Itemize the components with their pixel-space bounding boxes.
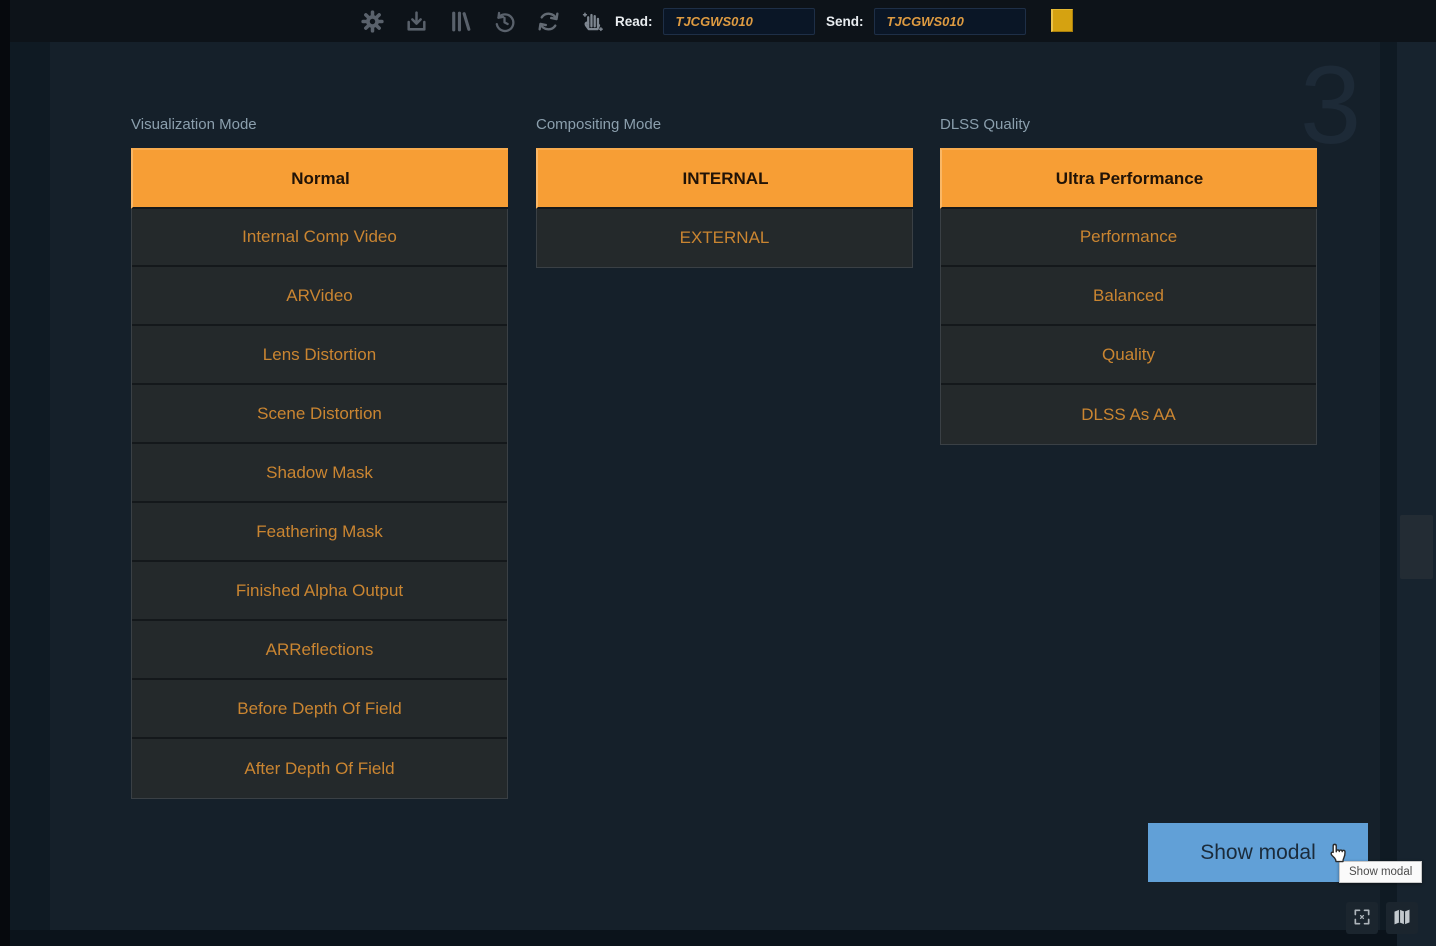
option-external[interactable]: EXTERNAL bbox=[537, 208, 912, 267]
scrollbar-thumb[interactable] bbox=[1400, 515, 1433, 579]
option-group: Visualization Mode NormalInternal Comp V… bbox=[131, 116, 508, 799]
map-button[interactable] bbox=[1386, 902, 1418, 934]
top-toolbar: Read: Send: bbox=[0, 0, 1436, 42]
map-icon bbox=[1392, 907, 1412, 930]
fit-screen-icon bbox=[1352, 907, 1372, 930]
option-group: Compositing Mode INTERNALEXTERNAL bbox=[536, 116, 913, 268]
right-gutter bbox=[1380, 42, 1397, 946]
send-input[interactable] bbox=[874, 8, 1026, 35]
option-lens-distortion[interactable]: Lens Distortion bbox=[132, 326, 507, 385]
read-label: Read: bbox=[615, 14, 653, 29]
option-group-list: INTERNALEXTERNAL bbox=[536, 148, 913, 268]
history-button[interactable] bbox=[490, 7, 518, 35]
option-normal[interactable]: Normal bbox=[131, 148, 508, 209]
option-group: DLSS Quality Ultra PerformancePerformanc… bbox=[940, 116, 1317, 445]
option-feathering-mask[interactable]: Feathering Mask bbox=[132, 503, 507, 562]
option-finished-alpha-output[interactable]: Finished Alpha Output bbox=[132, 562, 507, 621]
refresh-button[interactable] bbox=[534, 7, 562, 35]
option-balanced[interactable]: Balanced bbox=[941, 267, 1316, 326]
option-internal-comp-video[interactable]: Internal Comp Video bbox=[132, 208, 507, 267]
option-internal[interactable]: INTERNAL bbox=[536, 148, 913, 209]
send-label: Send: bbox=[826, 14, 864, 29]
option-scene-distortion[interactable]: Scene Distortion bbox=[132, 385, 507, 444]
read-field-group: Read: bbox=[615, 0, 815, 42]
option-ultra-performance[interactable]: Ultra Performance bbox=[940, 148, 1317, 209]
show-modal-tooltip: Show modal bbox=[1339, 861, 1422, 883]
option-shadow-mask[interactable]: Shadow Mask bbox=[132, 444, 507, 503]
scrollbar-track[interactable] bbox=[1397, 42, 1436, 946]
gear-icon bbox=[360, 9, 385, 34]
option-performance[interactable]: Performance bbox=[941, 208, 1316, 267]
send-field-group: Send: bbox=[826, 0, 1026, 42]
library-button[interactable] bbox=[446, 7, 474, 35]
read-input[interactable] bbox=[663, 8, 815, 35]
option-dlss-as-aa[interactable]: DLSS As AA bbox=[941, 385, 1316, 444]
settings-button[interactable] bbox=[358, 7, 386, 35]
option-arvideo[interactable]: ARVideo bbox=[132, 267, 507, 326]
toolbar-icon-group bbox=[358, 0, 606, 42]
application-window: 3 bbox=[0, 0, 1436, 946]
option-group-title: DLSS Quality bbox=[940, 116, 1317, 134]
option-before-depth-of-field[interactable]: Before Depth Of Field bbox=[132, 680, 507, 739]
hand-gesture-icon bbox=[579, 8, 605, 34]
show-modal-button[interactable]: Show modal bbox=[1148, 823, 1368, 882]
history-icon bbox=[492, 9, 517, 34]
hand-gesture-button[interactable] bbox=[578, 7, 606, 35]
download-icon bbox=[404, 9, 429, 34]
option-after-depth-of-field[interactable]: After Depth Of Field bbox=[132, 739, 507, 798]
left-edge bbox=[0, 0, 10, 946]
bottom-strip bbox=[10, 930, 1397, 946]
option-group-list: NormalInternal Comp VideoARVideoLens Dis… bbox=[131, 148, 508, 799]
option-group-title: Compositing Mode bbox=[536, 116, 913, 134]
option-group-list: Ultra PerformancePerformanceBalancedQual… bbox=[940, 148, 1317, 445]
download-button[interactable] bbox=[402, 7, 430, 35]
option-arreflections[interactable]: ARReflections bbox=[132, 621, 507, 680]
option-group-title: Visualization Mode bbox=[131, 116, 508, 134]
library-icon bbox=[448, 9, 473, 34]
color-swatch[interactable] bbox=[1051, 9, 1073, 32]
option-quality[interactable]: Quality bbox=[941, 326, 1316, 385]
refresh-icon bbox=[536, 9, 561, 34]
fit-screen-button[interactable] bbox=[1346, 902, 1378, 934]
